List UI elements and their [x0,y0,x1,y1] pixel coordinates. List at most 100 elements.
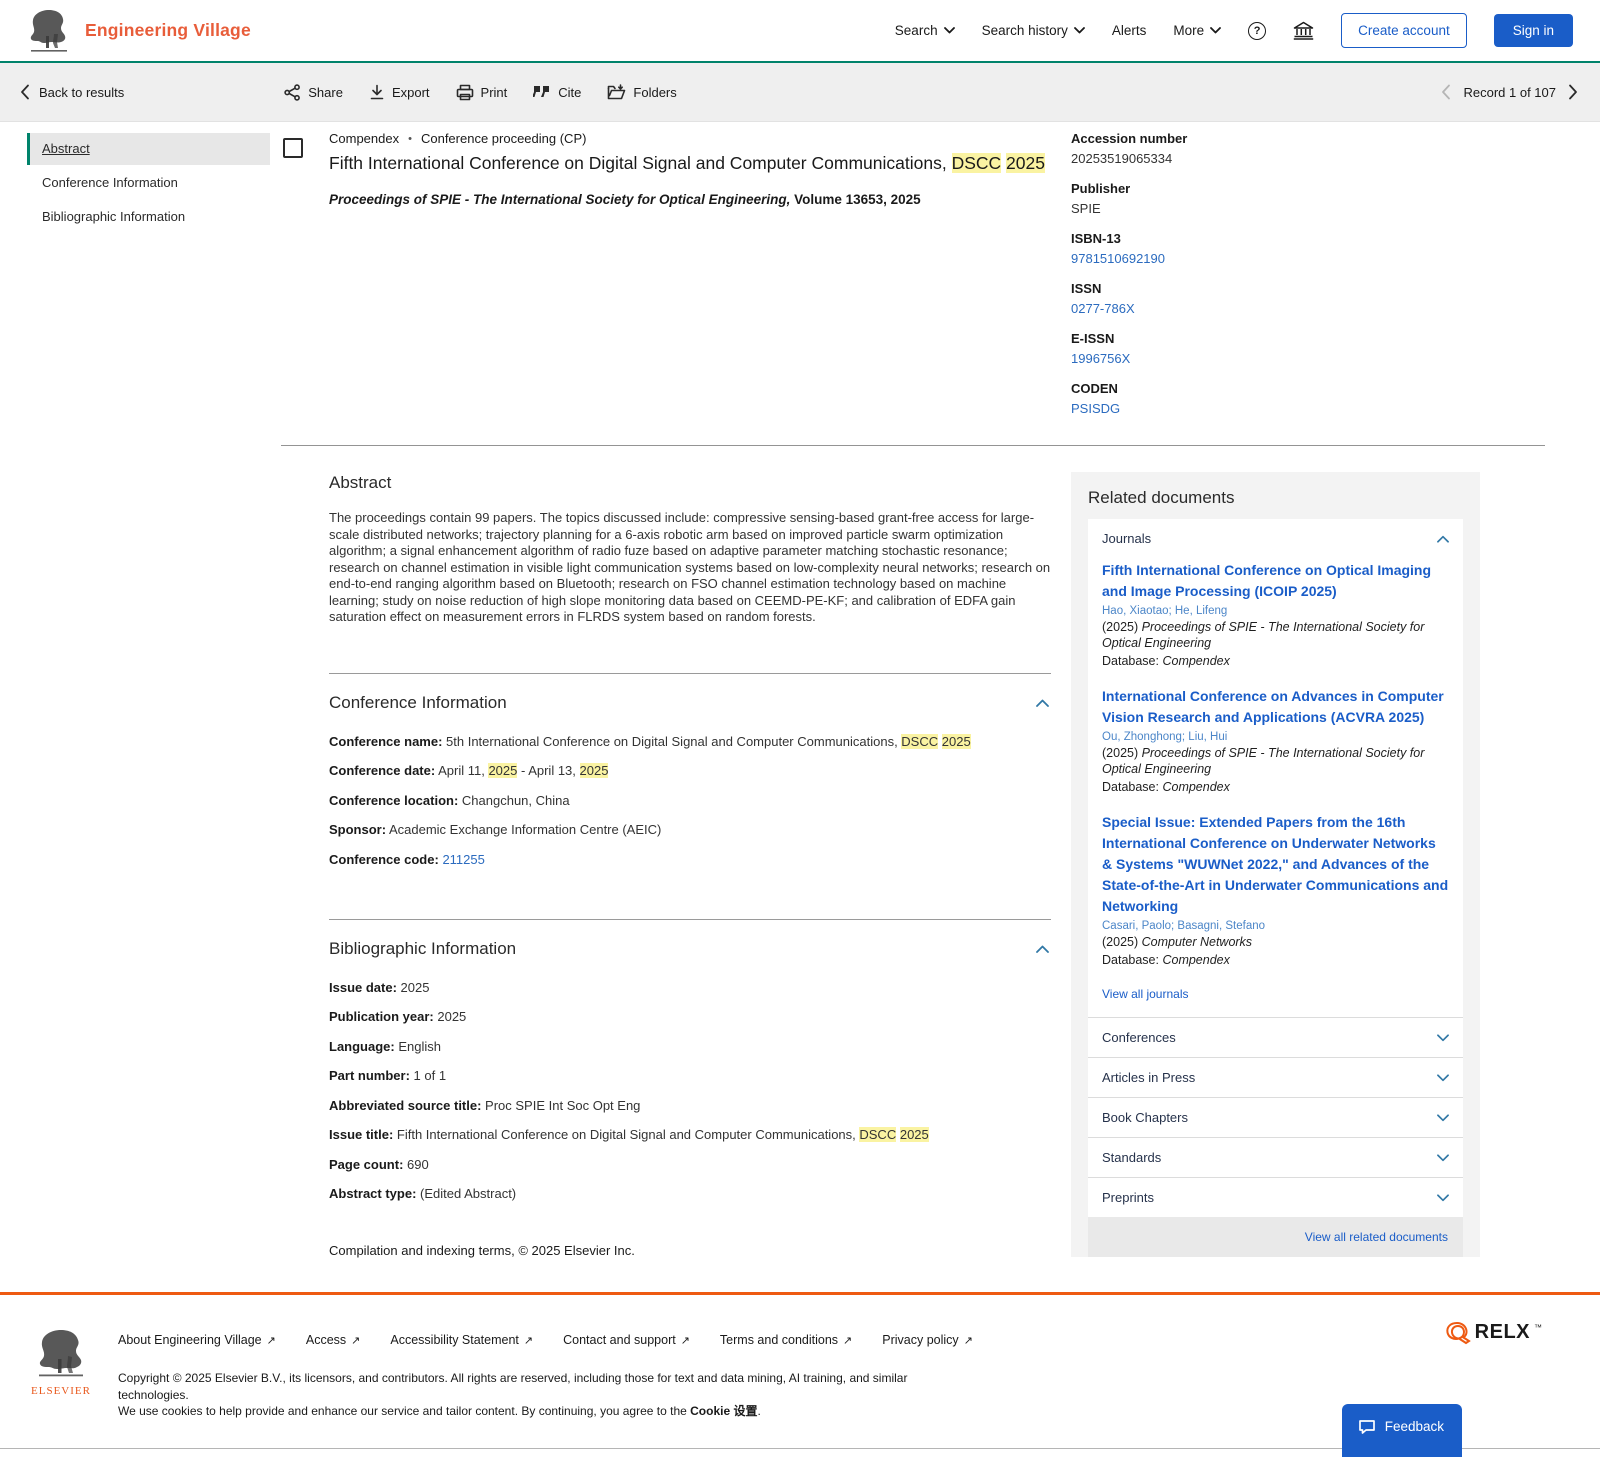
related-journal-title-link[interactable]: International Conference on Advances in … [1102,686,1449,728]
brand-wordmark: Engineering Village [85,20,251,40]
isbn13-link[interactable]: 9781510692190 [1071,251,1545,267]
sidenav-item-abstract[interactable]: Abstract [27,133,270,165]
issn-group: ISSN 0277-786X [1071,281,1545,317]
chevron-down-icon [1210,27,1222,34]
record-checkbox[interactable] [283,138,303,158]
folders-button[interactable]: Folders [607,83,677,101]
sidenav-item-conference-information[interactable]: Conference Information [27,167,270,199]
abbreviated-source-title-row: Abbreviated source title: Proc SPIE Int … [329,1097,641,1113]
record-count: Record 1 of 107 [1463,84,1556,100]
bibliographic-information-heading: Bibliographic Information [329,938,517,958]
accordion-articles-in-press[interactable]: Articles in Press [1088,1057,1463,1097]
elsevier-wordmark: ELSEVIER [31,1385,91,1397]
related-journal-authors[interactable]: Casari, Paolo; Basagni, Stefano [1102,920,1449,932]
accordion-preprints[interactable]: Preprints [1088,1177,1463,1217]
abstract-text: The proceedings contain 99 papers. The t… [329,510,1051,624]
footer-link-access[interactable]: Access ↗ [306,1333,361,1347]
record-header: Compendex • Conference proceeding (CP) F… [283,131,1051,207]
external-link-icon: ↗ [843,1334,853,1347]
previous-record-icon[interactable] [1441,84,1451,100]
folder-add-icon [608,83,626,99]
footer-link-privacy[interactable]: Privacy policy ↗ [882,1333,973,1347]
chevron-down-icon [1437,1073,1449,1081]
share-button[interactable]: Share [284,83,343,101]
issn-link[interactable]: 0277-786X [1071,301,1545,317]
cite-button[interactable]: Cite [533,85,581,100]
chevron-up-icon [1036,945,1049,953]
footer-link-terms[interactable]: Terms and conditions ↗ [720,1333,852,1347]
quote-icon [533,86,550,97]
chevron-down-icon [1437,1193,1449,1201]
compilation-note: Compilation and indexing terms, © 2025 E… [329,1243,635,1258]
conference-information-heading: Conference Information [329,692,507,712]
content-area: Abstract Conference Information Bibliogr… [0,122,1600,1292]
top-navigation: Search Search history Alerts More ? Crea… [895,13,1573,48]
engineering-village-record-page: Engineering Village Search Search histor… [0,0,1600,1457]
help-icon[interactable]: ? [1248,21,1267,40]
footer-link-accessibility[interactable]: Accessibility Statement ↗ [390,1333,533,1347]
related-accordions: Conferences Articles in Press Book Chapt… [1088,1017,1463,1217]
issue-title-row: Issue title: Fifth International Confere… [329,1127,929,1142]
collapse-biblio-button[interactable] [1034,939,1051,958]
chevron-left-icon [21,84,29,100]
divider [329,672,1051,674]
nav-search-history[interactable]: Search history [982,23,1085,38]
eissn-link[interactable]: 1996756X [1071,351,1545,367]
isbn13-group: ISBN-13 9781510692190 [1071,231,1545,267]
print-button[interactable]: Print [456,84,507,101]
record-metadata: Accession number 20253519065334 Publishe… [1071,131,1545,417]
related-journal-title-link[interactable]: Fifth International Conference on Optica… [1102,560,1449,602]
next-record-icon[interactable] [1568,84,1578,100]
chevron-down-icon [1437,1153,1449,1161]
bibliographic-information-section: Bibliographic Information Issue date: 20… [329,939,1051,1203]
create-account-button[interactable]: Create account [1341,13,1467,48]
related-journal-item: Special Issue: Extended Papers from the … [1102,812,1449,967]
back-to-results-link[interactable]: Back to results [20,84,124,100]
related-journal-authors[interactable]: Ou, Zhonghong; Liu, Hui [1102,731,1449,743]
elsevier-logo: ELSEVIER [30,1329,92,1457]
conference-location-row: Conference location: Changchun, China [329,792,570,808]
accordion-journals[interactable]: Journals [1088,519,1463,558]
nav-more[interactable]: More [1173,23,1222,38]
chevron-down-icon [943,27,955,34]
app-header: Engineering Village Search Search histor… [0,0,1600,63]
footer-link-about[interactable]: About Engineering Village ↗ [118,1333,276,1347]
coden-link[interactable]: PSISDG [1071,401,1545,417]
view-all-journals-link[interactable]: View all journals [1102,987,1189,1001]
sidenav-item-bibliographic-information[interactable]: Bibliographic Information [27,201,270,233]
share-icon [284,83,301,101]
sign-in-button[interactable]: Sign in [1493,14,1573,47]
page-count-row: Page count: 690 [329,1156,429,1172]
accordion-standards[interactable]: Standards [1088,1137,1463,1177]
external-link-icon: ↗ [963,1334,973,1347]
export-button[interactable]: Export [369,84,430,101]
related-journal-authors[interactable]: Hao, Xiaotao; He, Lifeng [1102,605,1449,617]
accordion-conferences[interactable]: Conferences [1088,1018,1463,1057]
related-journal-title-link[interactable]: Special Issue: Extended Papers from the … [1102,812,1449,917]
related-journal-item: International Conference on Advances in … [1102,686,1449,795]
chevron-up-icon [1036,699,1049,707]
footer-copyright: Copyright © 2025 Elsevier B.V., its lice… [118,1371,908,1418]
brand[interactable]: Engineering Village [27,8,251,54]
record-title: Fifth International Conference on Digita… [329,153,1045,173]
eissn-group: E-ISSN 1996756X [1071,331,1545,367]
footer-link-contact[interactable]: Contact and support ↗ [563,1333,690,1347]
institution-icon[interactable] [1293,21,1314,40]
footer-links: About Engineering Village ↗ Access ↗ Acces… [118,1333,973,1347]
external-link-icon: ↗ [523,1334,534,1347]
issue-date-row: Issue date: 2025 [329,979,430,995]
abstract-type-row: Abstract type: (Edited Abstract) [329,1186,517,1201]
engineering-village-logo-icon [30,9,67,52]
record-sections: Abstract The proceedings contain 99 pape… [329,473,1051,1258]
language-row: Language: English [329,1038,441,1054]
chevron-down-icon [1073,27,1085,34]
sponsor-row: Sponsor: Academic Exchange Information C… [329,822,662,837]
feedback-button[interactable]: Feedback [1341,1404,1462,1457]
nav-alerts[interactable]: Alerts [1112,23,1147,38]
nav-search[interactable]: Search [895,23,955,38]
part-number-row: Part number: 1 of 1 [329,1068,447,1083]
external-link-icon: ↗ [266,1334,276,1347]
accordion-book-chapters[interactable]: Book Chapters [1088,1097,1463,1137]
view-all-related-documents-link[interactable]: View all related documents [1305,1230,1448,1244]
collapse-conference-button[interactable] [1034,693,1051,712]
